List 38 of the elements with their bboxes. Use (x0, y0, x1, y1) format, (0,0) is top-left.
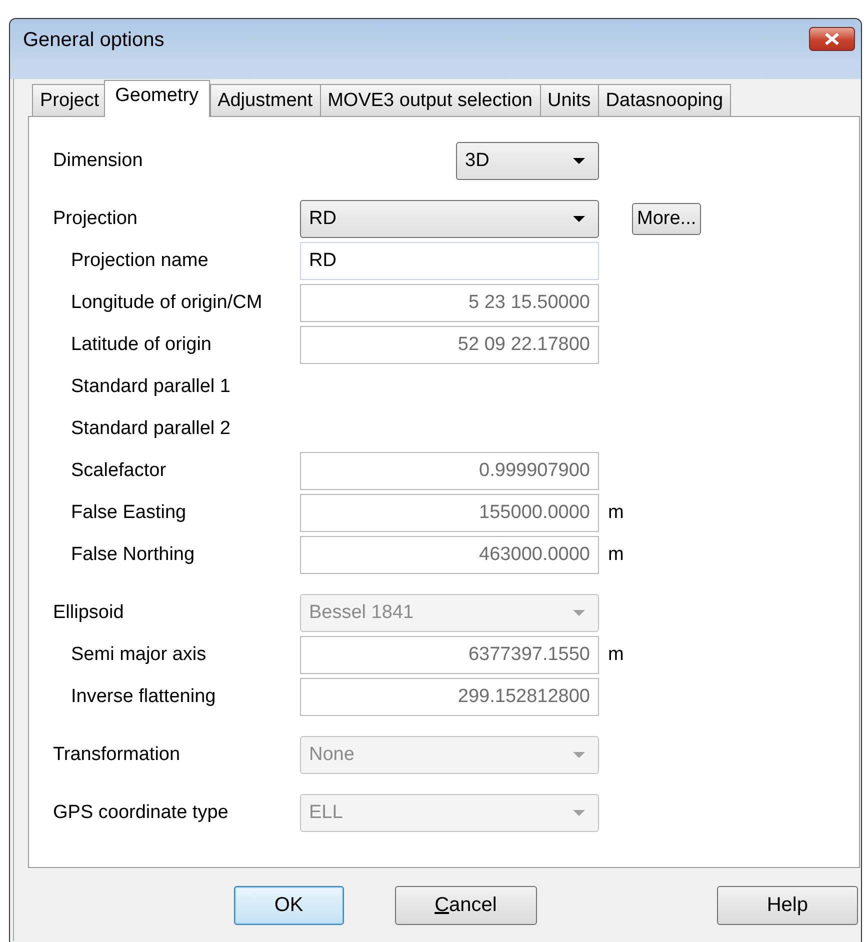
close-icon (823, 32, 841, 46)
dropdown-arrow-icon (572, 609, 586, 617)
field-label: GPS coordinate type (53, 802, 230, 824)
field-label: Ellipsoid (53, 602, 125, 624)
dropdown[interactable]: RD (300, 200, 599, 238)
tab[interactable]: Units (540, 84, 599, 116)
tab[interactable]: Adjustment (210, 84, 321, 116)
dropdown-arrow-icon (572, 809, 586, 817)
field-label: Transformation (53, 744, 182, 766)
tab[interactable]: Datasnooping (598, 84, 732, 116)
field-label: Projection (53, 208, 138, 230)
field-label: Standard parallel 1 (71, 376, 232, 398)
field-label: Semi major axis (71, 644, 208, 666)
field-label: Scalefactor (71, 460, 168, 482)
input-field[interactable]: RD (300, 242, 599, 280)
unit-label: m (608, 644, 624, 666)
tab[interactable]: Geometry (104, 80, 210, 117)
dropdown[interactable]: 3D (456, 142, 599, 180)
dialog-button[interactable]: Help (716, 886, 858, 925)
field-label: False Northing (71, 544, 196, 566)
dropdown-arrow-icon (572, 751, 586, 759)
field-label: Projection name (71, 250, 210, 272)
close-button[interactable] (809, 27, 855, 51)
field-label: Inverse flattening (71, 686, 217, 708)
field-label: Latitude of origin (71, 334, 212, 356)
window-title: General options (23, 28, 164, 52)
field-label: False Easting (71, 502, 188, 524)
field-label: Dimension (53, 150, 144, 172)
dropdown-arrow-icon (572, 157, 586, 165)
field-label: Standard parallel 2 (71, 418, 232, 440)
tab[interactable]: MOVE3 output selection (320, 84, 540, 116)
unit-label: m (608, 502, 624, 524)
more-button[interactable]: More... (632, 203, 702, 235)
unit-label: m (608, 544, 624, 566)
field-label: Longitude of origin/CM (71, 292, 264, 314)
dialog-button[interactable]: Cancel (394, 886, 537, 925)
dialog-button[interactable]: OK (234, 886, 344, 925)
dropdown-arrow-icon (572, 215, 586, 223)
